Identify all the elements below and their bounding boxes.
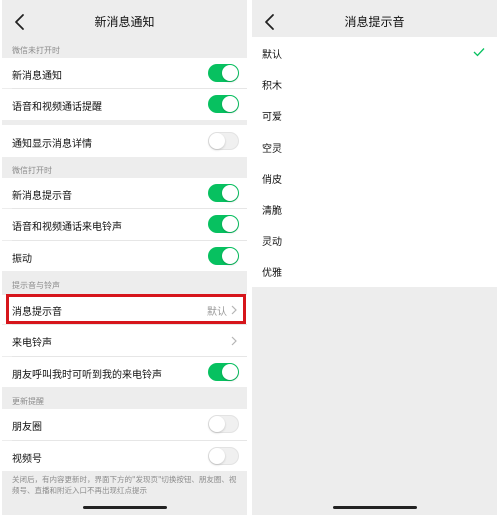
sound-option-item[interactable]: 空灵 xyxy=(252,130,497,162)
sound-option-label: 可爱 xyxy=(262,112,282,124)
toggle-channels[interactable] xyxy=(208,447,239,465)
toggle-new-msg-sound[interactable] xyxy=(208,184,239,202)
sound-option-label: 优雅 xyxy=(262,268,282,280)
row-label: 朋友呼叫我时可听到我的来电铃声 xyxy=(12,370,162,381)
section-header-updates: 更新提醒 xyxy=(12,397,44,406)
section-header-sound: 提示音与铃声 xyxy=(12,281,60,290)
row-label: 新消息提示音 xyxy=(12,191,72,202)
row-label: 语音和视频通话来电铃声 xyxy=(12,222,122,233)
row-friend-ringtone[interactable]: 朋友呼叫我时可听到我的来电铃声 xyxy=(2,357,247,387)
sound-option-label: 空灵 xyxy=(262,143,282,155)
toggle-voice-video-remind[interactable] xyxy=(208,95,239,113)
home-indicator xyxy=(332,506,417,509)
row-label: 振动 xyxy=(12,254,32,265)
nav-bar: 新消息通知 xyxy=(2,0,247,44)
sound-option-item[interactable]: 灵动 xyxy=(252,224,497,256)
highlight-box xyxy=(6,294,246,324)
toggle-vibrate[interactable] xyxy=(208,247,239,265)
sound-option-label: 积木 xyxy=(262,81,282,93)
toggle-knob xyxy=(209,133,225,149)
toggle-knob xyxy=(222,248,238,264)
row-label: 语音和视频通话提醒 xyxy=(12,102,102,113)
chevron-right-icon xyxy=(231,336,237,346)
notification-settings-screen: 新消息通知 微信未打开时 新消息通知 语音和视频通话提醒 通知显示消息详情 微信… xyxy=(2,0,247,515)
row-voice-video-ringtone[interactable]: 语音和视频通话来电铃声 xyxy=(2,209,247,240)
row-channels[interactable]: 视频号 xyxy=(2,441,247,471)
row-ringtone[interactable]: 来电铃声 xyxy=(2,325,247,356)
page-title: 新消息通知 xyxy=(94,15,155,29)
toggle-new-msg-notify[interactable] xyxy=(208,64,239,82)
toggle-moments[interactable] xyxy=(208,415,239,433)
row-label: 通知显示消息详情 xyxy=(12,139,92,150)
footnote: 关闭后，有内容更新时，界面下方的"发现页"切换按钮、朋友圈、视频号、直播和附近入… xyxy=(12,475,237,495)
toggle-knob xyxy=(209,416,225,432)
sound-option-item[interactable]: 默认 xyxy=(252,37,497,69)
toggle-knob xyxy=(222,65,238,81)
sound-option-label: 默认 xyxy=(262,50,282,61)
section-header-wechat-open: 微信打开时 xyxy=(12,166,52,175)
sound-option-item[interactable]: 俏皮 xyxy=(252,161,497,193)
home-indicator xyxy=(82,506,167,509)
message-sound-screen: 消息提示音 默认 积木 可爱 空灵 俏皮 清脆 灵动 优雅 xyxy=(252,0,497,515)
sound-option-label: 灵动 xyxy=(262,237,282,249)
row-label: 视频号 xyxy=(12,454,42,465)
row-label: 来电铃声 xyxy=(12,338,52,349)
toggle-knob xyxy=(222,185,238,201)
toggle-knob xyxy=(222,364,238,380)
sound-option-label: 俏皮 xyxy=(262,174,282,186)
toggle-friend-ringtone[interactable] xyxy=(208,363,239,381)
check-icon xyxy=(473,48,485,57)
toggle-show-detail[interactable] xyxy=(208,132,239,150)
row-show-detail[interactable]: 通知显示消息详情 xyxy=(2,125,247,157)
sound-option-item[interactable]: 可爱 xyxy=(252,99,497,131)
row-voice-video-remind[interactable]: 语音和视频通话提醒 xyxy=(2,89,247,120)
row-moments[interactable]: 朋友圈 xyxy=(2,409,247,440)
back-icon[interactable] xyxy=(10,10,30,34)
row-label: 新消息通知 xyxy=(12,71,62,82)
row-new-msg-notify[interactable]: 新消息通知 xyxy=(2,58,247,88)
sound-option-item[interactable]: 优雅 xyxy=(252,255,497,287)
row-vibrate[interactable]: 振动 xyxy=(2,241,247,271)
sound-option-item[interactable]: 清脆 xyxy=(252,193,497,225)
row-new-msg-sound[interactable]: 新消息提示音 xyxy=(2,178,247,208)
toggle-knob xyxy=(209,448,225,464)
toggle-knob xyxy=(222,96,238,112)
back-icon[interactable] xyxy=(260,10,280,34)
toggle-knob xyxy=(222,216,238,232)
toggle-voice-video-ringtone[interactable] xyxy=(208,215,239,233)
section-header-wechat-closed: 微信未打开时 xyxy=(12,46,60,55)
sound-option-item[interactable]: 积木 xyxy=(252,68,497,100)
sound-option-label: 清脆 xyxy=(262,206,282,217)
row-label: 朋友圈 xyxy=(12,422,42,433)
